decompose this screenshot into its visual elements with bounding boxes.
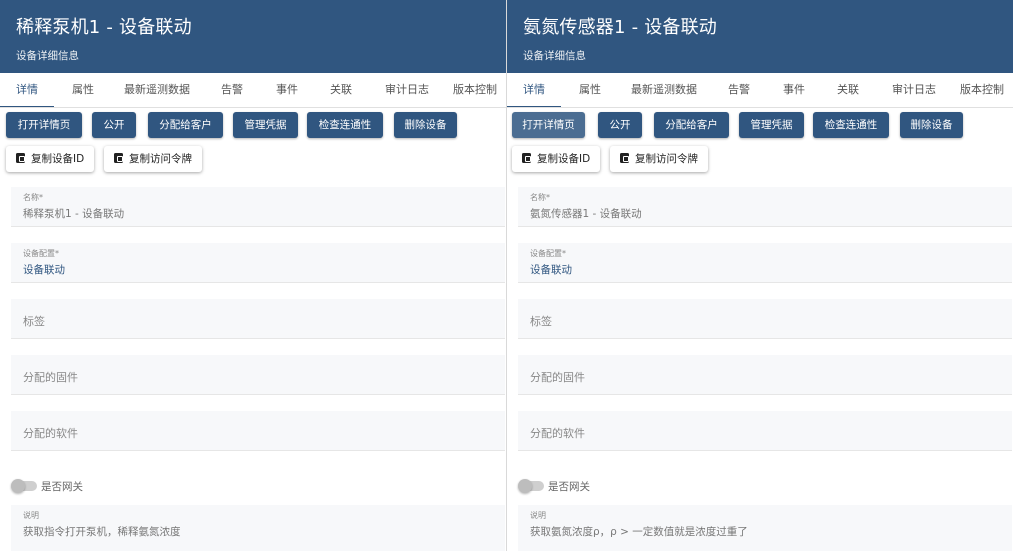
- tab-details[interactable]: 详情: [0, 73, 54, 107]
- open-details-button[interactable]: 打开详情页: [512, 112, 585, 138]
- software-field-placeholder: 分配的软件: [23, 427, 78, 440]
- tab-version-control[interactable]: 版本控制: [960, 73, 1013, 107]
- copy-device-id-label: 复制设备ID: [31, 153, 85, 165]
- copy-device-id-button[interactable]: 复制设备ID: [6, 146, 94, 172]
- description-field-value: 获取指令打开泵机，稀释氨氮浓度: [23, 526, 181, 538]
- panel-header: 氨氮传感器1 - 设备联动 设备详细信息: [507, 0, 1013, 73]
- tab-details[interactable]: 详情: [507, 73, 561, 107]
- page-subtitle: 设备详细信息: [16, 50, 79, 62]
- check-connectivity-button[interactable]: 检查连通性: [813, 112, 889, 138]
- tab-alarms[interactable]: 告警: [206, 73, 258, 107]
- tab-alarms[interactable]: 告警: [713, 73, 765, 107]
- copy-device-id-button[interactable]: 复制设备ID: [512, 146, 600, 172]
- firmware-field[interactable]: 分配的固件: [11, 355, 505, 395]
- clipboard-icon: [620, 153, 629, 163]
- copy-access-token-label: 复制访问令牌: [635, 153, 698, 165]
- make-public-button[interactable]: 公开: [92, 112, 136, 138]
- page-subtitle: 设备详细信息: [523, 50, 586, 62]
- name-field-label: 名称*: [530, 193, 550, 202]
- name-field-value: 稀释泵机1 - 设备联动: [23, 208, 125, 220]
- tab-relations[interactable]: 关联: [315, 73, 367, 107]
- gateway-toggle[interactable]: [518, 479, 544, 493]
- copy-access-token-button[interactable]: 复制访问令牌: [610, 146, 708, 172]
- copy-access-token-button[interactable]: 复制访问令牌: [104, 146, 202, 172]
- tab-version-control[interactable]: 版本控制: [453, 73, 506, 107]
- description-field-label: 说明: [530, 511, 546, 520]
- name-field[interactable]: 名称* 氨氮传感器1 - 设备联动: [518, 187, 1012, 227]
- toggle-thumb: [518, 479, 532, 493]
- tab-latest-telemetry[interactable]: 最新遥测数据: [625, 73, 703, 107]
- tab-attributes[interactable]: 属性: [563, 73, 617, 107]
- tab-events[interactable]: 事件: [261, 73, 313, 107]
- manage-credentials-button[interactable]: 管理凭据: [233, 112, 298, 138]
- active-tab-indicator: [0, 106, 54, 107]
- device-profile-label: 设备配置*: [23, 249, 59, 258]
- label-field[interactable]: 标签: [518, 299, 1012, 339]
- tab-latest-telemetry[interactable]: 最新遥测数据: [118, 73, 196, 107]
- tab-relations[interactable]: 关联: [822, 73, 874, 107]
- tab-bar: 详情 属性 最新遥测数据 告警 事件 关联 审计日志 版本控制: [0, 73, 506, 108]
- description-field[interactable]: 说明 获取指令打开泵机，稀释氨氮浓度: [11, 505, 505, 551]
- assign-to-customer-button[interactable]: 分配给客户: [148, 112, 223, 138]
- delete-device-button[interactable]: 删除设备: [394, 112, 457, 138]
- software-field[interactable]: 分配的软件: [11, 411, 505, 451]
- description-field-value: 获取氨氮浓度ρ，ρ > 一定数值就是浓度过重了: [530, 526, 748, 538]
- software-field[interactable]: 分配的软件: [518, 411, 1012, 451]
- manage-credentials-button[interactable]: 管理凭据: [739, 112, 804, 138]
- make-public-button[interactable]: 公开: [598, 112, 642, 138]
- open-details-button[interactable]: 打开详情页: [6, 112, 82, 138]
- toggle-thumb: [11, 479, 25, 493]
- clipboard-icon: [114, 153, 123, 163]
- device-details-panel-right: 氨氮传感器1 - 设备联动 设备详细信息 详情 属性 最新遥测数据 告警 事件 …: [507, 0, 1013, 551]
- active-tab-indicator: [507, 106, 561, 107]
- assign-to-customer-button[interactable]: 分配给客户: [654, 112, 729, 138]
- gateway-toggle-label: 是否网关: [548, 481, 590, 493]
- check-connectivity-button[interactable]: 检查连通性: [307, 112, 383, 138]
- description-field-label: 说明: [23, 511, 39, 520]
- tab-attributes[interactable]: 属性: [56, 73, 110, 107]
- software-field-placeholder: 分配的软件: [530, 427, 585, 440]
- copy-access-token-label: 复制访问令牌: [129, 153, 192, 165]
- firmware-field-placeholder: 分配的固件: [530, 371, 585, 384]
- page-title: 氨氮传感器1 - 设备联动: [523, 17, 717, 38]
- firmware-field[interactable]: 分配的固件: [518, 355, 1012, 395]
- tab-audit-logs[interactable]: 审计日志: [882, 73, 946, 107]
- clipboard-icon: [16, 153, 25, 163]
- device-profile-field[interactable]: 设备配置* 设备联动: [11, 243, 505, 283]
- tab-events[interactable]: 事件: [768, 73, 820, 107]
- tab-bar: 详情 属性 最新遥测数据 告警 事件 关联 审计日志 版本控制: [507, 73, 1013, 108]
- name-field-value: 氨氮传感器1 - 设备联动: [530, 208, 642, 220]
- label-field-placeholder: 标签: [530, 315, 552, 328]
- gateway-toggle-label: 是否网关: [41, 481, 83, 493]
- label-field[interactable]: 标签: [11, 299, 505, 339]
- label-field-placeholder: 标签: [23, 315, 45, 328]
- device-details-panel-left: 稀释泵机1 - 设备联动 设备详细信息 详情 属性 最新遥测数据 告警 事件 关…: [0, 0, 506, 551]
- device-profile-label: 设备配置*: [530, 249, 566, 258]
- device-profile-link[interactable]: 设备联动: [23, 262, 65, 277]
- clipboard-icon: [522, 153, 531, 163]
- device-profile-link[interactable]: 设备联动: [530, 262, 572, 277]
- firmware-field-placeholder: 分配的固件: [23, 371, 78, 384]
- gateway-toggle[interactable]: [11, 479, 37, 493]
- page-title: 稀释泵机1 - 设备联动: [16, 17, 192, 38]
- device-profile-field[interactable]: 设备配置* 设备联动: [518, 243, 1012, 283]
- name-field[interactable]: 名称* 稀释泵机1 - 设备联动: [11, 187, 505, 227]
- copy-device-id-label: 复制设备ID: [537, 153, 591, 165]
- delete-device-button[interactable]: 删除设备: [900, 112, 963, 138]
- tab-audit-logs[interactable]: 审计日志: [375, 73, 439, 107]
- panel-header: 稀释泵机1 - 设备联动 设备详细信息: [0, 0, 506, 73]
- name-field-label: 名称*: [23, 193, 43, 202]
- description-field[interactable]: 说明 获取氨氮浓度ρ，ρ > 一定数值就是浓度过重了: [518, 505, 1012, 551]
